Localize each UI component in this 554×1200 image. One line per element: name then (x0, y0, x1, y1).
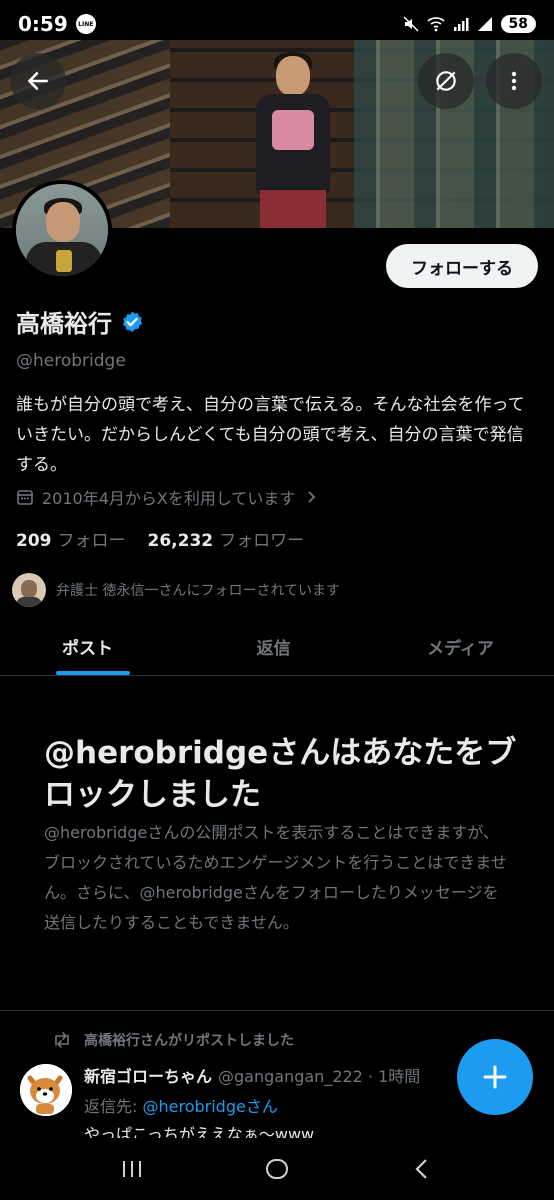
follow-button[interactable]: フォローする (386, 244, 538, 288)
status-icons: 58 (402, 15, 536, 33)
joined-date-row[interactable]: 2010年4月からXを利用しています (16, 485, 319, 509)
verified-badge-icon[interactable] (120, 310, 144, 334)
tweet-author-name[interactable]: 新宿ゴローちゃん (84, 1063, 212, 1087)
recent-apps-icon (123, 1161, 142, 1177)
profile-tabs: ポスト 返信 メディア (0, 618, 554, 676)
followed-by-row[interactable]: 弁護士 徳永信一さんにフォローされています (12, 573, 340, 607)
reply-to-row: 返信先: @herobridgeさん (84, 1093, 278, 1117)
tweet-header: 新宿ゴローちゃん @gangangan_222 · 1時間 (84, 1063, 420, 1087)
profile-handle: @herobridge (16, 351, 126, 371)
status-time: 0:59 (18, 12, 68, 36)
repost-icon (55, 1032, 69, 1048)
home-button[interactable] (247, 1149, 307, 1189)
tab-posts-label: ポスト (62, 639, 113, 659)
calendar-icon (17, 490, 33, 505)
repost-label: 高橋裕行さんがリポストしました (84, 1033, 294, 1049)
reply-to-link[interactable]: @herobridgeさん (143, 1097, 278, 1116)
profile-avatar[interactable] (12, 180, 112, 280)
back-button[interactable] (10, 53, 66, 109)
profile-bio: 誰もが自分の頭で考え、自分の言葉で伝える。そんな社会を作っていきたい。だからしん… (16, 395, 525, 475)
banner-person (248, 50, 338, 228)
repost-indicator[interactable]: 高橋裕行さんがリポストしました (52, 1030, 294, 1050)
wifi-icon (426, 17, 445, 32)
signal-icon (453, 18, 469, 31)
divider (0, 1010, 554, 1011)
active-tab-indicator (56, 671, 130, 675)
display-name-row: 高橋裕行 (16, 304, 144, 339)
followers-count: 26,232 (147, 531, 214, 551)
grok-button[interactable] (418, 53, 474, 109)
tab-replies-label: 返信 (256, 639, 291, 659)
tweet-author-avatar[interactable] (20, 1064, 72, 1116)
tweet-author-handle[interactable]: @gangangan_222 · 1時間 (218, 1063, 420, 1087)
followers-label: フォロワー (219, 531, 305, 551)
joined-date: 2010年4月からXを利用しています (42, 489, 296, 508)
signal-icon-2 (477, 17, 492, 31)
tweet-text[interactable]: やっぱこっちがええなぁ〜www (84, 1121, 314, 1139)
tab-media[interactable]: メディア (367, 618, 554, 675)
reply-to-prefix: 返信先: (84, 1097, 138, 1116)
status-bar: 0:59 LINE 58 (0, 0, 554, 48)
following-label: フォロー (57, 531, 126, 551)
chevron-right-icon (308, 491, 316, 503)
followed-by-text: 弁護士 徳永信一さんにフォローされています (56, 583, 341, 599)
followers-stat[interactable]: 26,232 フォロワー (148, 526, 305, 551)
tab-replies[interactable]: 返信 (180, 618, 367, 675)
follower-avatar (12, 573, 46, 607)
display-name: 高橋裕行 (16, 310, 112, 338)
recent-apps-button[interactable] (102, 1149, 162, 1189)
arrow-left-icon (28, 72, 48, 90)
grok-icon (436, 71, 456, 91)
plus-icon (483, 1065, 507, 1089)
mute-icon (402, 16, 419, 32)
more-vertical-icon (511, 71, 517, 91)
tab-media-label: メディア (427, 639, 494, 659)
system-back-button[interactable] (392, 1149, 452, 1189)
blocked-title: @herobridgeさんはあなたをブロックしました (44, 735, 517, 813)
battery-indicator: 58 (500, 15, 536, 33)
follow-stats: 209 フォロー 26,232 フォロワー (16, 526, 304, 551)
line-app-icon: LINE (75, 14, 96, 34)
home-circle-icon (265, 1159, 288, 1179)
following-stat[interactable]: 209 フォロー (16, 526, 126, 551)
shiba-dog-avatar-icon (20, 1064, 72, 1116)
tab-posts[interactable]: ポスト (0, 618, 180, 675)
compose-button[interactable] (457, 1039, 533, 1115)
system-nav-bar (0, 1138, 554, 1200)
chevron-left-icon (415, 1159, 427, 1179)
following-count: 209 (16, 531, 52, 551)
more-options-button[interactable] (486, 53, 542, 109)
blocked-description: @herobridgeさんの公開ポストを表示することはできますが、ブロックされて… (44, 823, 507, 932)
